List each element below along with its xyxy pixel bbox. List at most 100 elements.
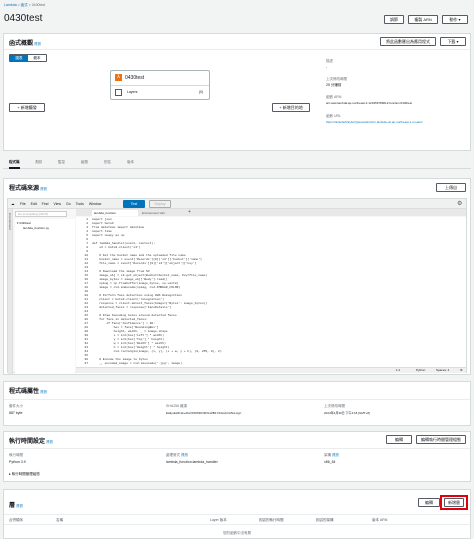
- copy-arn-button[interactable]: 複製 ARN: [408, 15, 438, 24]
- code-source-title: 程式碼來源: [9, 186, 40, 192]
- menu-edit[interactable]: Edit: [31, 202, 37, 206]
- test-button[interactable]: Test: [123, 200, 145, 208]
- tab-configuration[interactable]: 組態: [81, 160, 88, 165]
- breadcrumb: Lambda > 函式 > 0430test: [4, 3, 45, 8]
- overview-title: 函式概觀: [9, 41, 34, 47]
- tab-environment-variables[interactable]: Environment Vari: [140, 210, 186, 216]
- tab-monitor[interactable]: 監控: [58, 160, 65, 165]
- handler-value: lambda_function.lambda_handler: [166, 460, 218, 464]
- code-line: cv2.rectangle(image, (x, y), (x + w, y +…: [92, 350, 222, 353]
- breadcrumb-separator: >: [28, 3, 31, 7]
- deploy-button[interactable]: Deploy: [149, 200, 171, 208]
- menu-file[interactable]: File: [20, 202, 26, 206]
- tree-folder-label: 0430test: [19, 221, 31, 225]
- tab-versions[interactable]: 版本: [127, 160, 134, 165]
- code-text: import json import boto3 from datetime imp…: [92, 218, 222, 366]
- tab-template[interactable]: 範本: [28, 55, 46, 61]
- col-compatible-runtimes: 相容的執行時間: [259, 518, 284, 522]
- last-modified-value: 25 分鐘前: [326, 83, 342, 87]
- runtime-management-expander[interactable]: ▸ 執行時間管理組態: [9, 472, 40, 477]
- tab-test[interactable]: 測試: [35, 160, 42, 165]
- runtime-label: 執行時間: [9, 453, 23, 457]
- cursor-position: 1:1: [396, 368, 401, 372]
- runtime-management-button[interactable]: 編輯執行時間管理組態: [416, 435, 466, 444]
- breadcrumb-lambda[interactable]: Lambda: [4, 3, 17, 7]
- code-area[interactable]: 1 2 3 4 5 6 7 8 9 10 11 12 13 14 15 16 17 18 19 20 21 22 23 24 2…: [76, 217, 466, 367]
- function-url-link[interactable]: https://tkztwhe5rkybv7pjsnwetsknzzm.lamb…: [326, 120, 466, 124]
- actions-dropdown[interactable]: 動作 ▾: [442, 15, 468, 24]
- layers-icon: [115, 89, 122, 96]
- throttle-button[interactable]: 調節: [384, 15, 404, 24]
- lambda-icon: λ: [115, 74, 122, 81]
- menu-go[interactable]: Go: [66, 202, 71, 206]
- breadcrumb-functions[interactable]: 函式: [21, 3, 28, 7]
- menu-tools[interactable]: Tools: [76, 202, 84, 206]
- package-size-label: 套件大小: [9, 404, 23, 408]
- layers-edit-button[interactable]: 編輯: [418, 498, 440, 507]
- col-compatible-architectures: 相容的架構: [316, 518, 334, 522]
- breadcrumb-current: 0430test: [31, 3, 46, 7]
- function-name: 0430test: [125, 75, 145, 81]
- settings-gear-icon[interactable]: ⚙: [457, 200, 462, 207]
- function-arn-label: 函數 ARN: [326, 95, 342, 99]
- add-layer-button[interactable]: 新增層: [444, 498, 464, 507]
- package-size-value: 887 byte: [9, 411, 23, 415]
- handler-label-text: 處理常式: [166, 453, 180, 457]
- runtime-settings-info-link[interactable]: 資訊: [46, 440, 53, 444]
- indent-setting[interactable]: Spaces: 4: [436, 368, 449, 373]
- tab-diagram[interactable]: 圖表: [10, 55, 28, 61]
- menu-view[interactable]: View: [53, 202, 61, 206]
- architecture-value: x86_64: [324, 460, 336, 464]
- export-app-button[interactable]: 將此函數匯出為應用程式: [380, 37, 436, 46]
- page-title: 0430test: [4, 13, 43, 24]
- handler-info-link[interactable]: 資訊: [181, 453, 188, 457]
- runtime-settings-panel: 執行時間設定 資訊 編輯 編輯執行時間管理組態 執行時間 Python 3.9 …: [3, 431, 471, 482]
- language-mode[interactable]: Python: [416, 368, 425, 373]
- description-label: 描述: [326, 59, 333, 63]
- sha256-label: SHA256 雜湊: [166, 404, 188, 408]
- menu-window[interactable]: Window: [89, 202, 101, 206]
- description-value: -: [326, 65, 328, 69]
- code-line: _, encoded_image = cv2.imencode('.jpg', …: [92, 362, 183, 365]
- upload-from-dropdown[interactable]: 上傳自: [436, 183, 466, 192]
- function-arn-value: arn:aws:lambda:ap-northeast-1:1234567890…: [326, 101, 413, 105]
- runtime-edit-button[interactable]: 編輯: [386, 435, 412, 444]
- add-trigger-button[interactable]: + 新增觸發: [9, 103, 45, 112]
- code-properties-info-link[interactable]: 資訊: [40, 390, 47, 394]
- download-dropdown[interactable]: 下載 ▾: [440, 37, 466, 46]
- overview-info-link[interactable]: 資訊: [34, 42, 41, 46]
- add-destination-button[interactable]: + 新增目的地: [272, 103, 310, 112]
- file-tree: ▾ 0430test lambda_function.py: [15, 219, 75, 374]
- view-toggle: 圖表 範本: [9, 54, 47, 62]
- code-source-panel: 程式碼來源 資訊 上傳自 ☁ File Edit Find View Go To…: [3, 178, 471, 375]
- environment-sidebar-strip[interactable]: Environment: [8, 209, 13, 374]
- editor-tabs: lambda_function Environment Vari +: [76, 209, 466, 216]
- layers-panel: 層 資訊 編輯 新增層 合併順序 名稱 Layer 版本 相容的執行時間 相容的…: [3, 489, 471, 539]
- editor-status-bar: 1:1 Python Spaces: 4 ⚙: [76, 367, 466, 373]
- tab-aliases[interactable]: 別名: [104, 160, 111, 165]
- props-last-modified-value: 2024年4月30日 下午4:18 [GMT+8]: [324, 411, 370, 415]
- breadcrumb-separator: >: [17, 3, 20, 7]
- col-merge-order: 合併順序: [9, 518, 23, 522]
- layers-empty-message: 您的函數中沒有層: [223, 531, 251, 535]
- tree-folder-0430test[interactable]: ▾ 0430test: [17, 221, 31, 225]
- code-source-info-link[interactable]: 資訊: [40, 187, 47, 191]
- col-name: 名稱: [56, 518, 63, 522]
- props-last-modified-label: 上次修改時間: [324, 404, 345, 408]
- layers-count: (0): [199, 90, 204, 94]
- tab-lambda-function[interactable]: lambda_function: [92, 210, 138, 216]
- runtime-settings-title: 執行時間設定: [9, 439, 46, 445]
- layers-info-link[interactable]: 資訊: [16, 504, 23, 508]
- runtime-value: Python 3.9: [9, 460, 26, 464]
- architecture-info-link[interactable]: 資訊: [332, 453, 339, 457]
- status-gear-icon[interactable]: ⚙: [460, 368, 463, 373]
- col-version-arn: 版本 ARN: [372, 518, 388, 522]
- tab-code[interactable]: 程式碼: [9, 160, 20, 169]
- function-card[interactable]: λ 0430test Layers (0): [110, 70, 210, 100]
- sha256-value: Ea9yuk2tK1k+dbvOhK83bO3FN1ZB1YdrHsbzrA5n…: [166, 411, 242, 415]
- go-to-anything-search[interactable]: Go to Anything (Ctrl-P): [15, 211, 67, 217]
- tree-file-lambda[interactable]: lambda_function.py: [23, 226, 49, 230]
- new-tab-plus-icon[interactable]: +: [188, 209, 191, 215]
- menu-find[interactable]: Find: [42, 202, 49, 206]
- handler-label: 處理常式 資訊: [166, 453, 188, 458]
